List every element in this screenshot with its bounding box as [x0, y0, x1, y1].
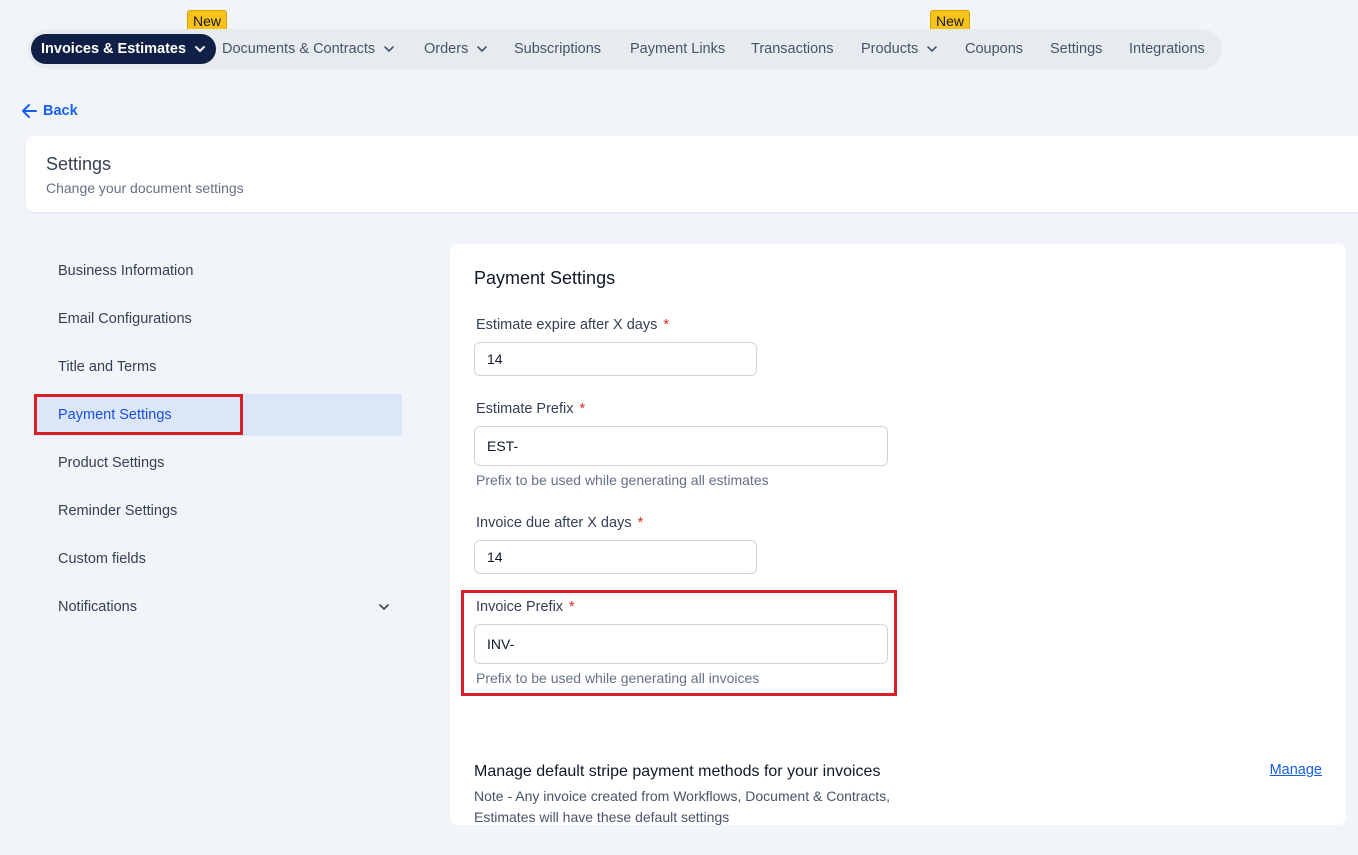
- nav-products[interactable]: Products: [861, 29, 938, 69]
- input-value: EST-: [487, 438, 519, 454]
- nav-label: Products: [861, 41, 919, 57]
- required-marker: *: [663, 317, 669, 333]
- sidebar-item-title-and-terms[interactable]: Title and Terms: [34, 346, 402, 388]
- nav-label: Orders: [424, 41, 469, 57]
- sidebar-item-label: Business Information: [58, 263, 194, 279]
- nav-orders[interactable]: Orders: [424, 29, 488, 69]
- nav-documents-contracts[interactable]: Documents & Contracts: [222, 29, 395, 69]
- estimate-prefix-help: Prefix to be used while generating all e…: [476, 472, 769, 488]
- nav-label: Transactions: [751, 41, 834, 57]
- nav-label: Coupons: [965, 41, 1024, 57]
- nav-label: Invoices & Estimates: [41, 41, 187, 57]
- new-badge-invoices: New: [187, 10, 228, 31]
- payment-settings-card: Payment Settings Estimate expire after X…: [450, 244, 1346, 825]
- field-label-text: Estimate Prefix: [476, 401, 574, 417]
- new-badge-products: New: [930, 10, 971, 31]
- invoice-due-input[interactable]: 14: [474, 540, 757, 574]
- estimate-expire-label: Estimate expire after X days *: [476, 317, 669, 333]
- page-subtitle: Change your document settings: [46, 180, 244, 196]
- chevron-down-icon: [195, 46, 206, 53]
- nav-transactions[interactable]: Transactions: [751, 29, 833, 69]
- sidebar-item-label: Custom fields: [58, 551, 146, 567]
- nav-label: Settings: [1050, 41, 1103, 57]
- required-marker: *: [579, 401, 586, 417]
- chevron-down-icon: [477, 46, 488, 53]
- sidebar-item-product-settings[interactable]: Product Settings: [34, 442, 402, 484]
- estimate-prefix-label: Estimate Prefix *: [476, 401, 585, 417]
- sidebar-item-label: Email Configurations: [58, 311, 192, 327]
- sidebar-item-business-information[interactable]: Business Information: [34, 250, 402, 292]
- sidebar-item-reminder-settings[interactable]: Reminder Settings: [34, 490, 402, 532]
- settings-header-card: Settings Change your document settings: [26, 136, 1358, 212]
- nav-payment-links[interactable]: Payment Links: [630, 29, 725, 69]
- estimate-expire-input[interactable]: 14: [474, 342, 757, 376]
- nav-label: Payment Links: [630, 41, 726, 57]
- field-label-text: Estimate expire after X days: [476, 317, 658, 333]
- nav-invoices-estimates[interactable]: Invoices & Estimates: [31, 34, 217, 64]
- sidebar-item-email-configurations[interactable]: Email Configurations: [34, 298, 402, 340]
- highlight-box-invoice-prefix: [461, 590, 897, 696]
- nav-label: Integrations: [1129, 41, 1205, 57]
- estimate-prefix-input[interactable]: EST-: [474, 426, 888, 466]
- sidebar-item-custom-fields[interactable]: Custom fields: [34, 538, 402, 580]
- stripe-methods-note: Note - Any invoice created from Workflow…: [474, 788, 891, 825]
- page-title: Settings: [46, 154, 112, 174]
- sidebar-item-label: Notifications: [58, 599, 137, 615]
- sidebar-item-label: Title and Terms: [58, 359, 157, 375]
- nav-settings[interactable]: Settings: [1050, 29, 1102, 69]
- required-marker: *: [637, 515, 644, 531]
- section-title: Payment Settings: [474, 268, 616, 288]
- nav-subscriptions[interactable]: Subscriptions: [514, 29, 601, 69]
- highlight-box-payment-settings: [34, 394, 243, 435]
- sidebar-item-label: Product Settings: [58, 455, 165, 471]
- back-label: Back: [43, 103, 78, 119]
- chevron-down-icon: [379, 604, 389, 611]
- nav-integrations[interactable]: Integrations: [1129, 29, 1205, 69]
- arrow-left-icon: [22, 104, 37, 118]
- top-nav: Invoices & Estimates Documents & Contrac…: [28, 29, 1222, 69]
- sidebar-item-notifications[interactable]: Notifications: [34, 586, 402, 628]
- manage-link[interactable]: Manage: [1270, 762, 1322, 778]
- nav-label: Subscriptions: [514, 41, 602, 57]
- field-label-text: Invoice due after X days: [476, 515, 632, 531]
- invoice-due-label: Invoice due after X days *: [476, 515, 643, 531]
- nav-coupons[interactable]: Coupons: [965, 29, 1023, 69]
- input-value: 14: [487, 351, 503, 367]
- stripe-methods-title: Manage default stripe payment methods fo…: [474, 763, 881, 780]
- sidebar-item-label: Reminder Settings: [58, 503, 178, 519]
- input-value: 14: [487, 549, 503, 565]
- back-button[interactable]: Back: [21, 100, 78, 122]
- nav-label: Documents & Contracts: [222, 41, 376, 57]
- chevron-down-icon: [927, 46, 938, 53]
- chevron-down-icon: [384, 46, 394, 53]
